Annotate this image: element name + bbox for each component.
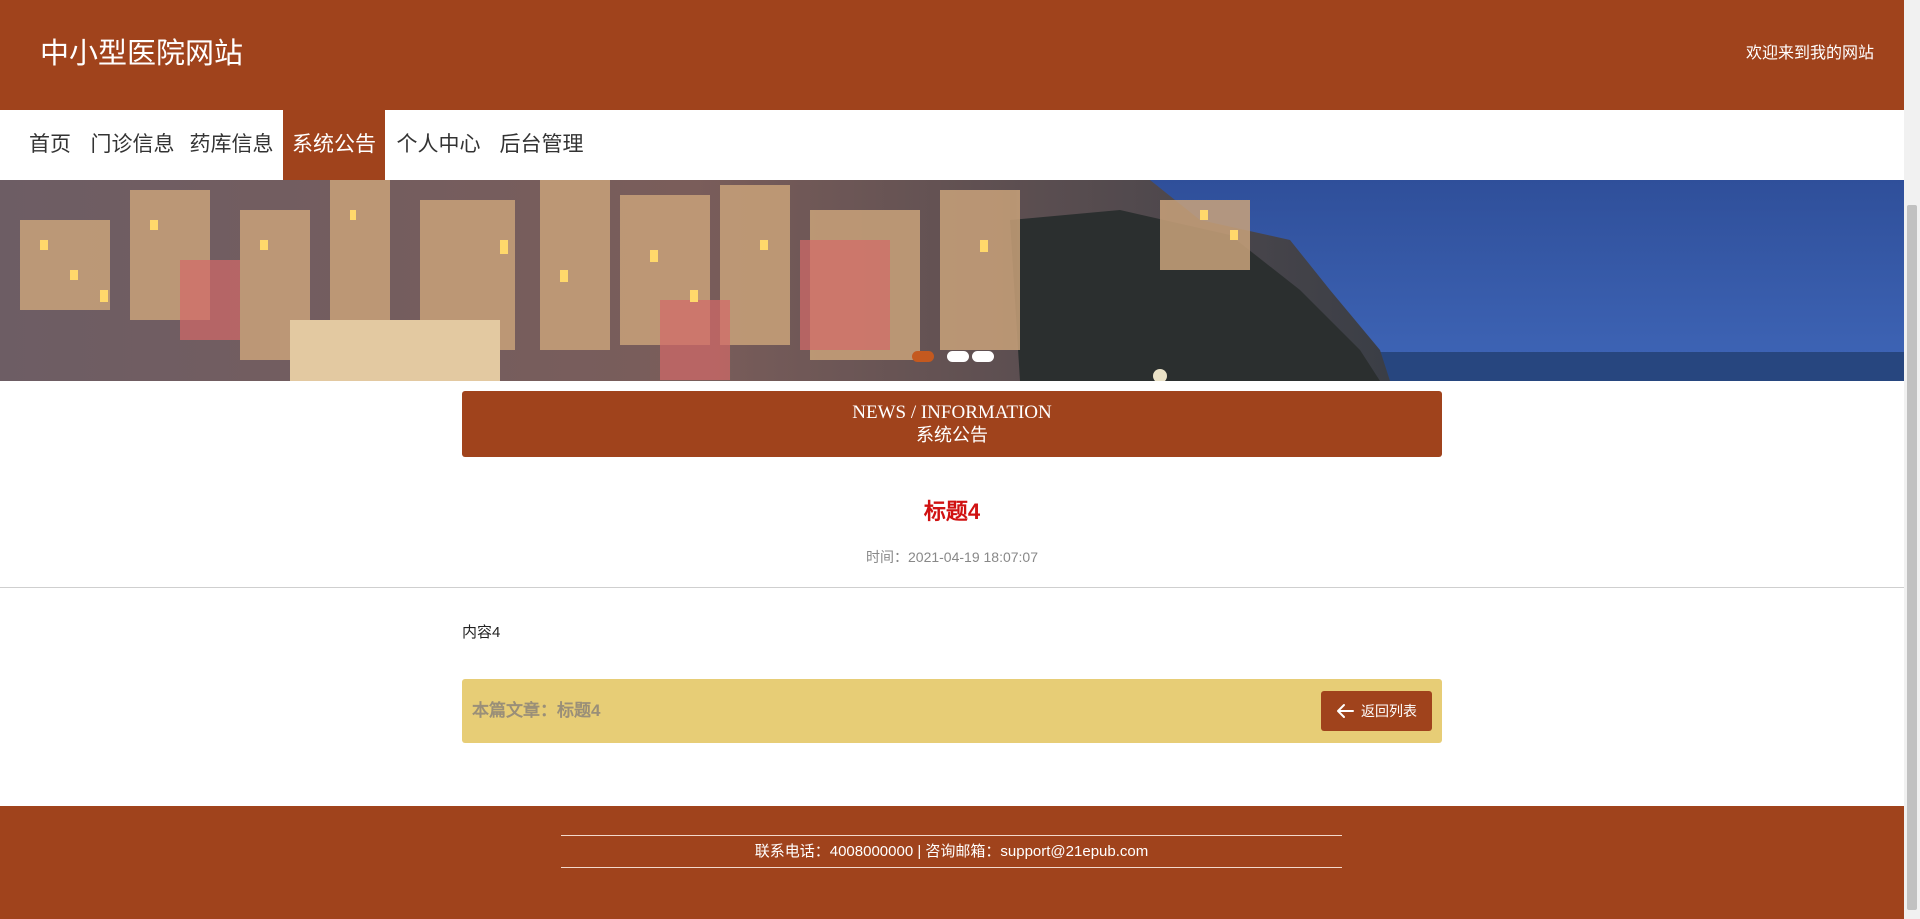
carousel-dot-2[interactable]	[947, 351, 969, 362]
current-article-text: 本篇文章：标题4	[472, 701, 601, 720]
back-to-list-label: 返回列表	[1361, 703, 1417, 719]
nav-item-admin[interactable]: 后台管理	[496, 110, 587, 180]
scrollbar-thumb[interactable]	[1907, 205, 1917, 910]
footer-divider-bottom	[561, 867, 1342, 868]
carousel-dot-3[interactable]	[972, 351, 994, 362]
nav-item-pharmacy-info[interactable]: 药库信息	[186, 110, 277, 180]
article-time: 时间：2021-04-19 18:07:07	[462, 548, 1442, 566]
site-footer: 联系电话：4008000000 | 咨询邮箱：support@21epub.co…	[0, 806, 1904, 919]
site-header: 中小型医院网站 欢迎来到我的网站	[0, 0, 1904, 110]
section-header: NEWS / INFORMATION 系统公告	[462, 391, 1442, 457]
nav-item-announcements[interactable]: 系统公告	[283, 110, 385, 180]
nav-item-home[interactable]: 首页	[20, 110, 80, 180]
current-article-bar: 本篇文章：标题4 返回列表	[462, 679, 1442, 743]
footer-contact: 联系电话：4008000000 | 咨询邮箱：support@21epub.co…	[754, 843, 1149, 860]
article-time-label: 时间：	[866, 549, 908, 565]
back-to-list-button[interactable]: 返回列表	[1321, 691, 1432, 731]
section-title-en: NEWS / INFORMATION	[852, 402, 1052, 423]
nav-item-personal-center[interactable]: 个人中心	[393, 110, 484, 180]
section-title-cn: 系统公告	[916, 425, 988, 445]
vertical-scrollbar[interactable]	[1904, 0, 1920, 919]
site-title[interactable]: 中小型医院网站	[40, 36, 243, 72]
content-divider	[0, 587, 1904, 588]
carousel-dot-1[interactable]	[912, 351, 934, 362]
footer-divider-top	[561, 835, 1342, 836]
nav-item-outpatient-info[interactable]: 门诊信息	[87, 110, 178, 180]
banner-carousel[interactable]	[0, 180, 1904, 381]
article-time-value: 2021-04-19 18:07:07	[908, 549, 1038, 565]
article-content: 内容4	[462, 624, 501, 641]
article-title: 标题4	[923, 499, 981, 524]
arrow-left-icon	[1337, 704, 1354, 718]
page: 中小型医院网站 欢迎来到我的网站 首页 门诊信息 药库信息 系统公告 个人中心 …	[0, 0, 1904, 919]
welcome-text: 欢迎来到我的网站	[1745, 45, 1874, 62]
main-nav: 首页 门诊信息 药库信息 系统公告 个人中心 后台管理	[0, 110, 1904, 180]
